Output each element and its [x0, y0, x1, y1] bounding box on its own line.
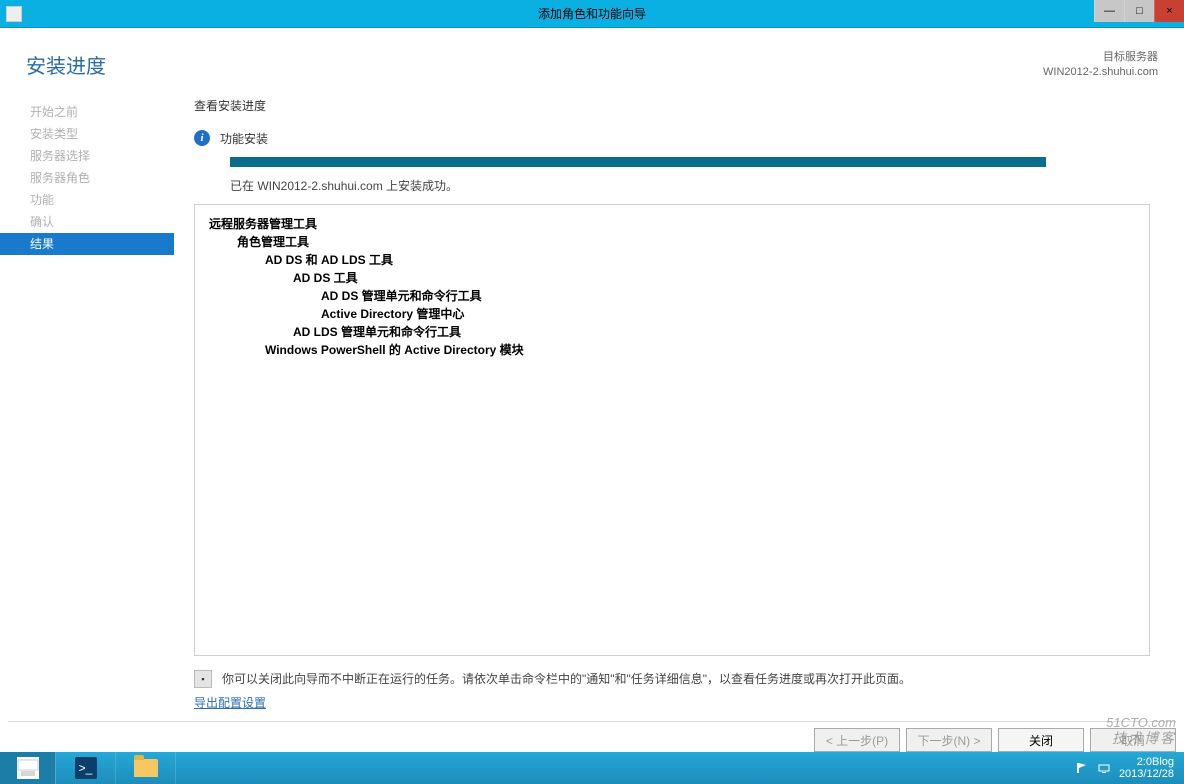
maximize-button[interactable]: □: [1124, 0, 1154, 22]
note-icon: ▪: [194, 670, 212, 688]
view-progress-label: 查看安装进度: [194, 93, 1150, 114]
powershell-icon: >_: [75, 757, 97, 779]
tray-clock[interactable]: 2:0Blog 2013/12/28: [1119, 756, 1178, 780]
tree-adac: Active Directory 管理中心: [209, 305, 1135, 323]
system-tray[interactable]: 2:0Blog 2013/12/28: [1075, 752, 1178, 784]
tree-adlds-snapins-cmdline: AD LDS 管理单元和命令行工具: [209, 323, 1135, 341]
page-title: 安装进度: [26, 50, 106, 79]
wizard-body: 开始之前 安装类型 服务器选择 服务器角色 功能 确认 结果 查看安装进度 i …: [0, 93, 1184, 713]
tree-adds-snapins-cmdline: AD DS 管理单元和命令行工具: [209, 287, 1135, 305]
wizard-footer: < 上一步(P) 下一步(N) > 关闭 取消: [814, 728, 1176, 752]
taskbar: >_ 2:0Blog 2013/12/28: [0, 752, 1184, 784]
minimize-button[interactable]: —: [1094, 0, 1124, 22]
status-row: i 功能安装: [194, 130, 1150, 147]
destination-server: 目标服务器 WIN2012-2.shuhui.com: [1043, 50, 1158, 81]
tree-role-admin-tools: 角色管理工具: [209, 233, 1135, 251]
sidebar-item-installation-type: 安装类型: [0, 123, 174, 145]
sidebar-item-results[interactable]: 结果: [0, 233, 174, 255]
install-success-msg: 已在 WIN2012-2.shuhui.com 上安装成功。: [230, 177, 1150, 194]
tree-adds-tools: AD DS 工具: [209, 269, 1135, 287]
footer-separator: [8, 721, 1176, 722]
dest-value: WIN2012-2.shuhui.com: [1043, 65, 1158, 80]
next-button[interactable]: 下一步(N) >: [906, 728, 992, 752]
info-icon: i: [194, 130, 210, 146]
tree-powershell-ad-module: Windows PowerShell 的 Active Directory 模块: [209, 341, 1135, 359]
export-config-link[interactable]: 导出配置设置: [194, 694, 1150, 711]
sidebar-item-before-you-begin: 开始之前: [0, 101, 174, 123]
cancel-button[interactable]: 取消: [1090, 728, 1176, 752]
wizard-content: 查看安装进度 i 功能安装 已在 WIN2012-2.shuhui.com 上安…: [174, 93, 1164, 713]
taskbar-explorer[interactable]: [116, 752, 176, 784]
folder-icon: [134, 759, 158, 777]
window-controls: — □ ×: [1094, 0, 1184, 22]
wizard-header: 安装进度 目标服务器 WIN2012-2.shuhui.com: [0, 28, 1184, 93]
sidebar-item-features: 功能: [0, 189, 174, 211]
tree-remote-admin-tools: 远程服务器管理工具: [209, 215, 1135, 233]
sidebar-item-server-roles: 服务器角色: [0, 167, 174, 189]
tree-adds-adlds-tools: AD DS 和 AD LDS 工具: [209, 251, 1135, 269]
close-wizard-button[interactable]: 关闭: [998, 728, 1084, 752]
installed-features-panel: 远程服务器管理工具 角色管理工具 AD DS 和 AD LDS 工具 AD DS…: [194, 204, 1150, 656]
taskbar-powershell[interactable]: >_: [56, 752, 116, 784]
close-button[interactable]: ×: [1154, 0, 1184, 22]
close-note: ▪ 你可以关闭此向导而不中断正在运行的任务。请依次单击命令栏中的"通知"和"任务…: [194, 670, 1150, 688]
start-button[interactable]: [0, 752, 56, 784]
sidebar-item-confirmation: 确认: [0, 211, 174, 233]
title-bar: 添加角色和功能向导 — □ ×: [0, 0, 1184, 28]
feature-install-label: 功能安装: [220, 130, 268, 147]
previous-button[interactable]: < 上一步(P): [814, 728, 900, 752]
action-center-icon[interactable]: [1075, 761, 1089, 775]
install-progress-bar: [230, 157, 1046, 167]
dest-label: 目标服务器: [1043, 50, 1158, 65]
close-note-text: 你可以关闭此向导而不中断正在运行的任务。请依次单击命令栏中的"通知"和"任务详细…: [222, 670, 911, 687]
network-icon[interactable]: [1097, 761, 1111, 775]
window-title: 添加角色和功能向导: [0, 5, 1184, 22]
wizard-sidebar: 开始之前 安装类型 服务器选择 服务器角色 功能 确认 结果: [0, 93, 174, 713]
sidebar-item-server-selection: 服务器选择: [0, 145, 174, 167]
server-manager-icon: [17, 757, 39, 779]
